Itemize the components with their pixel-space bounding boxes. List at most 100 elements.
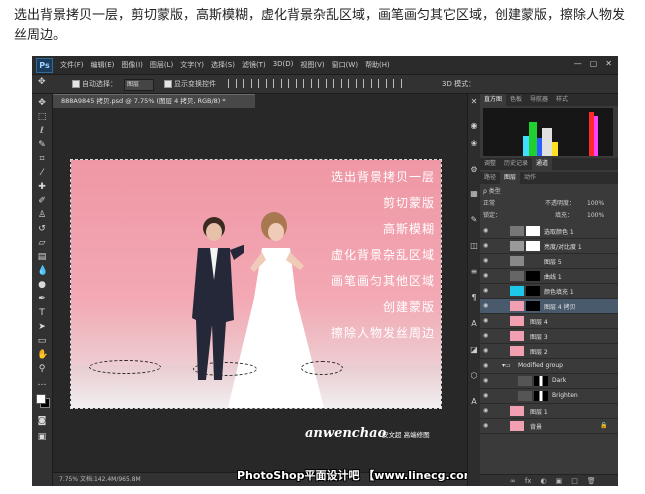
show-transform-label[interactable]: 显示变换控件 — [164, 79, 216, 89]
distribute-bottom-icon[interactable] — [348, 79, 357, 88]
tab-layers[interactable]: 图层 — [500, 172, 521, 184]
distribute-hcenter-icon[interactable] — [378, 79, 387, 88]
panel-icon[interactable]: ◪ — [470, 346, 478, 354]
layer-row[interactable]: ◉ 颜色填充 1 — [480, 284, 618, 299]
panel-icon[interactable]: ▦ — [470, 190, 478, 198]
panel-icon[interactable]: ◉ — [470, 122, 478, 130]
healing-tool-icon[interactable]: ✚ — [37, 182, 47, 192]
delete-layer-icon[interactable]: 🗑 — [587, 475, 596, 486]
menu-help[interactable]: 帮助(H) — [365, 60, 390, 70]
menu-filter[interactable]: 滤镜(T) — [242, 60, 266, 70]
opacity-value[interactable]: 100% — [587, 199, 604, 209]
visibility-eye-icon[interactable]: ◉ — [483, 257, 490, 264]
visibility-eye-icon[interactable]: ◉ — [483, 377, 490, 384]
layer-row[interactable]: ◉ Dark — [480, 374, 618, 389]
panel-icon[interactable]: ⚙ — [470, 166, 478, 174]
panel-icon[interactable]: ¶ — [470, 294, 478, 302]
layer-row[interactable]: ◉ 图层 3 — [480, 329, 618, 344]
visibility-eye-icon[interactable]: ◉ — [483, 317, 490, 324]
menu-type[interactable]: 文字(Y) — [180, 60, 204, 70]
align-bottom-icon[interactable] — [258, 79, 267, 88]
tab-styles[interactable]: 样式 — [552, 94, 572, 106]
lasso-tool-icon[interactable]: ℓ — [37, 126, 47, 136]
quick-select-tool-icon[interactable]: ✎ — [37, 140, 47, 150]
layer-row[interactable]: ◉ 图层 1 — [480, 404, 618, 419]
brush-tool-icon[interactable]: ✐ — [37, 196, 47, 206]
clone-stamp-tool-icon[interactable]: ♙ — [37, 210, 47, 220]
layer-row-selected[interactable]: ◉ 图层 4 拷贝 — [480, 299, 618, 314]
screen-mode-icon[interactable]: ▣ — [37, 432, 47, 442]
menu-view[interactable]: 视图(V) — [300, 60, 324, 70]
layer-row[interactable]: ◉ Brighten — [480, 389, 618, 404]
eraser-tool-icon[interactable]: ▱ — [37, 238, 47, 248]
dodge-tool-icon[interactable]: ● — [37, 280, 47, 290]
blend-mode-dropdown[interactable]: 正常 — [483, 200, 495, 207]
visibility-eye-icon[interactable]: ◉ — [483, 302, 490, 309]
move-tool-icon[interactable]: ✥ — [38, 77, 46, 87]
panel-icon[interactable]: ≡ — [470, 268, 478, 276]
menu-edit[interactable]: 编辑(E) — [91, 60, 115, 70]
menu-3d[interactable]: 3D(D) — [273, 60, 294, 70]
layer-kind-dropdown[interactable]: ρ 类型 — [483, 188, 501, 195]
quick-mask-icon[interactable]: ◙ — [37, 416, 47, 426]
align-top-icon[interactable] — [228, 79, 237, 88]
layer-row[interactable]: ◉ 选取颜色 1 — [480, 224, 618, 239]
layer-row[interactable]: ◉ 图层 2 — [480, 344, 618, 359]
close-button[interactable]: ✕ — [605, 59, 612, 68]
visibility-eye-icon[interactable]: ◉ — [483, 407, 490, 414]
panel-icon[interactable]: ❀ — [470, 140, 478, 148]
tab-navigator[interactable]: 导航器 — [526, 94, 552, 106]
layer-row[interactable]: ◉ 亮度/对比度 1 — [480, 239, 618, 254]
menu-image[interactable]: 图像(I) — [121, 60, 143, 70]
distribute-right-icon[interactable] — [393, 79, 402, 88]
align-left-icon[interactable] — [273, 79, 282, 88]
panel-icon[interactable]: A — [470, 320, 478, 328]
color-swatches[interactable] — [36, 394, 50, 408]
auto-select-checkbox[interactable] — [72, 80, 80, 88]
distribute-left-icon[interactable] — [363, 79, 372, 88]
pen-tool-icon[interactable]: ✒ — [37, 294, 47, 304]
add-mask-icon[interactable]: ▣ — [556, 475, 563, 486]
foreground-color-swatch[interactable] — [36, 394, 46, 404]
hand-tool-icon[interactable]: ✋ — [37, 350, 48, 360]
new-layer-icon[interactable]: □ — [571, 475, 578, 486]
move-tool-icon[interactable]: ✥ — [37, 98, 47, 108]
visibility-eye-icon[interactable]: ◉ — [483, 272, 490, 279]
path-select-tool-icon[interactable]: ➤ — [37, 322, 47, 332]
tab-channels[interactable]: 通道 — [532, 158, 553, 170]
menu-window[interactable]: 窗口(W) — [332, 60, 358, 70]
menu-layer[interactable]: 图层(L) — [150, 60, 173, 70]
zoom-tool-icon[interactable]: ⚲ — [37, 364, 47, 374]
visibility-eye-icon[interactable]: ◉ — [483, 287, 490, 294]
gradient-tool-icon[interactable]: ▤ — [37, 252, 47, 262]
image-canvas[interactable]: 选出背景拷贝一层 剪切蒙版 高斯模糊 虚化背景杂乱区域 画笔画匀其他区域 创建蒙… — [70, 159, 442, 409]
visibility-eye-icon[interactable]: ◉ — [483, 362, 490, 369]
align-vcenter-icon[interactable] — [243, 79, 252, 88]
menu-select[interactable]: 选择(S) — [211, 60, 235, 70]
auto-select-label[interactable]: 自动选择： — [72, 79, 117, 89]
fill-value[interactable]: 100% — [587, 211, 604, 221]
layer-row[interactable]: ◉ 曲线 1 — [480, 269, 618, 284]
more-tools-icon[interactable]: … — [37, 378, 47, 388]
eyedropper-tool-icon[interactable]: ⁄ — [37, 168, 47, 178]
align-hcenter-icon[interactable] — [288, 79, 297, 88]
link-layers-icon[interactable]: ∞ — [510, 475, 516, 486]
blur-tool-icon[interactable]: 💧 — [37, 266, 48, 276]
tab-paths[interactable]: 路径 — [480, 172, 500, 184]
minimize-button[interactable]: — — [574, 59, 582, 68]
collapse-icon[interactable]: ✕ — [470, 98, 478, 106]
document-tab[interactable]: 888A9845 拷贝.psd @ 7.75% (图层 4 拷贝, RGB/8)… — [53, 94, 255, 108]
history-brush-tool-icon[interactable]: ↺ — [37, 224, 47, 234]
visibility-eye-icon[interactable]: ◉ — [483, 422, 490, 429]
adjustment-layer-icon[interactable]: ◐ — [540, 475, 546, 486]
layer-style-icon[interactable]: fx — [525, 475, 532, 486]
visibility-eye-icon[interactable]: ◉ — [483, 242, 490, 249]
layer-row[interactable]: ◉ 图层 4 — [480, 314, 618, 329]
maximize-button[interactable]: ▢ — [590, 59, 598, 68]
visibility-eye-icon[interactable]: ◉ — [483, 392, 490, 399]
panel-icon[interactable]: ⬡ — [470, 372, 478, 380]
marquee-tool-icon[interactable]: ⬚ — [37, 112, 47, 122]
visibility-eye-icon[interactable]: ◉ — [483, 347, 490, 354]
layer-row[interactable]: ◉ 背景 🔒 — [480, 419, 618, 434]
show-transform-checkbox[interactable] — [164, 80, 172, 88]
